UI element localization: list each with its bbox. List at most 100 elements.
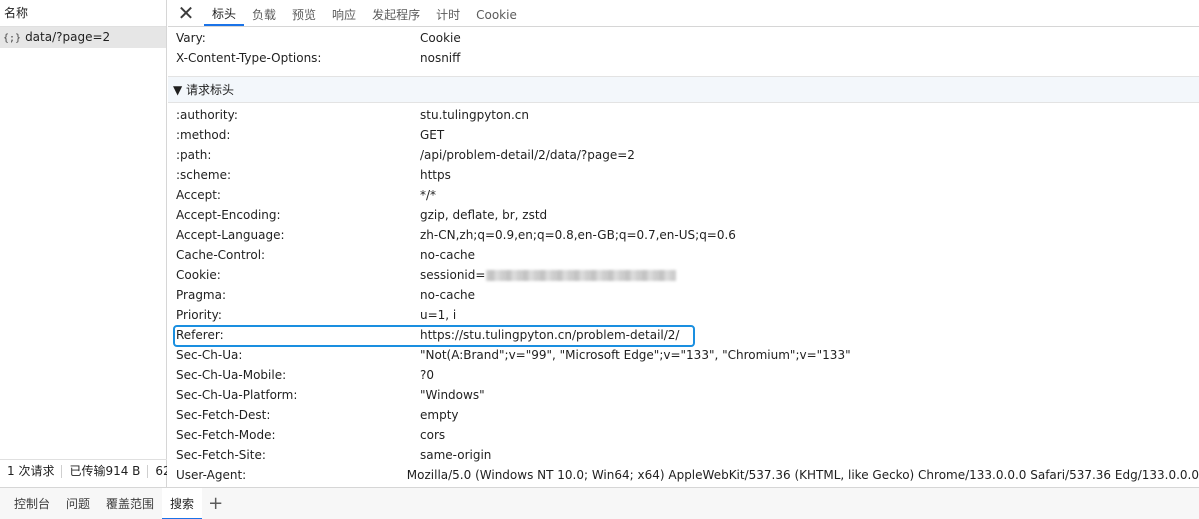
header-value: zh-CN,zh;q=0.9,en;q=0.8,en-GB;q=0.7,en-U… bbox=[420, 225, 736, 245]
header-name: User-Agent: bbox=[176, 468, 247, 482]
header-value-text: no-cache bbox=[420, 288, 476, 302]
close-icon[interactable]: ✕ bbox=[168, 0, 204, 26]
header-value: cors bbox=[420, 425, 445, 445]
header-value-text: gzip, deflate, br, zstd bbox=[420, 208, 548, 222]
header-value-text: sessionid= bbox=[420, 268, 486, 282]
status-divider bbox=[147, 465, 149, 478]
header-row: Accept: */* bbox=[168, 185, 1199, 205]
header-row: Sec-Ch-Ua-Mobile: ?0 bbox=[168, 365, 1199, 385]
header-name: :authority: bbox=[176, 108, 238, 122]
header-value-text: GET bbox=[420, 128, 445, 142]
header-value-text: empty bbox=[420, 408, 459, 422]
request-list-panel: 名称 {;}data/?page=2 1 次请求已传输914 B 62 bbox=[0, 0, 167, 487]
status-divider bbox=[61, 465, 63, 478]
header-value: "Not(A:Brand";v="99", "Microsoft Edge";v… bbox=[420, 345, 851, 365]
header-value: Cookie bbox=[420, 28, 461, 48]
request-details-panel: ✕ 标头 负载 预览 响应 发起程序 计时 Cookie Vary: Cookie X-Cont… bbox=[168, 0, 1199, 487]
header-name: Accept-Language: bbox=[176, 228, 285, 242]
transferred-size: 已传输914 B bbox=[69, 464, 141, 478]
header-name: Referer: bbox=[176, 328, 224, 342]
header-row: Priority: u=1, i bbox=[168, 305, 1199, 325]
header-row: Cookie: sessionid= bbox=[168, 265, 1199, 285]
details-tabs: 标头 负载 预览 响应 发起程序 计时 Cookie bbox=[204, 0, 525, 26]
header-value: same-origin bbox=[420, 445, 491, 465]
header-row: Cache-Control: no-cache bbox=[168, 245, 1199, 265]
header-row: :path: /api/problem-detail/2/data/?page=2 bbox=[168, 145, 1199, 165]
tab-5[interactable]: 计时 bbox=[428, 0, 468, 26]
header-name: Cookie: bbox=[176, 268, 221, 282]
header-row: :authority: stu.tulingpyton.cn bbox=[168, 105, 1199, 125]
header-value-text: /api/problem-detail/2/data/?page=2 bbox=[420, 148, 635, 162]
header-value-text: same-origin bbox=[420, 448, 492, 462]
header-name: :path: bbox=[176, 148, 212, 162]
header-name: Sec-Ch-Ua: bbox=[176, 348, 243, 362]
header-value: empty bbox=[420, 405, 459, 425]
tab-1[interactable]: 负载 bbox=[244, 0, 284, 26]
tab-6[interactable]: Cookie bbox=[468, 0, 525, 26]
header-row: X-Content-Type-Options: nosniff bbox=[168, 48, 1199, 68]
header-value: sessionid= bbox=[420, 265, 677, 285]
header-value: no-cache bbox=[420, 245, 475, 265]
header-name: X-Content-Type-Options: bbox=[176, 51, 322, 65]
header-name: :method: bbox=[176, 128, 231, 142]
header-name: Cache-Control: bbox=[176, 248, 266, 262]
tab-4[interactable]: 发起程序 bbox=[364, 0, 428, 26]
tab-3[interactable]: 响应 bbox=[324, 0, 364, 26]
tab-2[interactable]: 预览 bbox=[284, 0, 324, 26]
header-row: Sec-Ch-Ua: "Not(A:Brand";v="99", "Microso… bbox=[168, 345, 1199, 365]
header-name: Sec-Fetch-Dest: bbox=[176, 408, 271, 422]
header-value: u=1, i bbox=[420, 305, 456, 325]
response-headers-list: Vary: Cookie X-Content-Type-Options: nosnif… bbox=[168, 27, 1199, 68]
header-name: Sec-Ch-Ua-Platform: bbox=[176, 388, 298, 402]
header-value-text: https://stu.tulingpyton.cn/problem-detai… bbox=[420, 328, 680, 342]
header-value-text: ?0 bbox=[420, 368, 435, 382]
request-headers-list: :authority: stu.tulingpyton.cn :method: GET… bbox=[168, 103, 1199, 485]
drawer-tab-1[interactable]: 问题 bbox=[58, 488, 98, 519]
name-column-header[interactable]: 名称 bbox=[0, 0, 166, 27]
header-value-text: cors bbox=[420, 428, 446, 442]
header-value-text: Mozilla/5.0 (Windows NT 10.0; Win64; x64… bbox=[406, 468, 1199, 482]
header-row: User-Agent: Mozilla/5.0 (Windows NT 10.0;… bbox=[168, 465, 1199, 485]
header-value-text: https bbox=[420, 168, 451, 182]
header-row: Pragma: no-cache bbox=[168, 285, 1199, 305]
drawer-tab-bar: 控制台 问题 覆盖范围 搜索 + bbox=[0, 487, 1199, 519]
header-value: https bbox=[420, 165, 451, 185]
header-row: Vary: Cookie bbox=[168, 28, 1199, 48]
header-value: /api/problem-detail/2/data/?page=2 bbox=[420, 145, 635, 165]
header-name: Accept: bbox=[176, 188, 221, 202]
request-row[interactable]: {;} data/?page=2 bbox=[0, 27, 166, 48]
header-row: Accept-Language: zh-CN,zh;q=0.9,en;q=0.8,… bbox=[168, 225, 1199, 245]
redacted-cookie-value bbox=[486, 270, 677, 281]
request-count: 1 次请求 bbox=[7, 464, 55, 478]
header-row: Referer: https://stu.tulingpyton.cn/probl… bbox=[168, 325, 1199, 345]
header-name: Sec-Fetch-Site: bbox=[176, 448, 266, 462]
header-name: Pragma: bbox=[176, 288, 227, 302]
drawer-tabs: 控制台 问题 覆盖范围 搜索 bbox=[6, 487, 203, 519]
header-value-text: stu.tulingpyton.cn bbox=[420, 108, 529, 122]
header-name: Priority: bbox=[176, 308, 222, 322]
header-value: Mozilla/5.0 (Windows NT 10.0; Win64; x64… bbox=[407, 465, 1199, 485]
header-value-text: */* bbox=[420, 188, 437, 202]
drawer-tab-2[interactable]: 覆盖范围 bbox=[98, 488, 162, 519]
header-value-text: zh-CN,zh;q=0.9,en;q=0.8,en-GB;q=0.7,en-U… bbox=[420, 228, 736, 242]
drawer-tab-0[interactable]: 控制台 bbox=[6, 488, 58, 519]
header-name: :scheme: bbox=[176, 168, 231, 182]
request-headers-section-toggle[interactable]: ▼ 请求标头 bbox=[168, 77, 1199, 103]
header-value-text: Cookie bbox=[420, 31, 461, 45]
tab-0[interactable]: 标头 bbox=[204, 0, 245, 26]
header-value: gzip, deflate, br, zstd bbox=[420, 205, 547, 225]
add-tab-icon[interactable]: + bbox=[202, 489, 229, 519]
header-value: GET bbox=[420, 125, 444, 145]
header-value: nosniff bbox=[420, 48, 460, 68]
network-status-bar: 1 次请求已传输914 B 62 bbox=[0, 459, 167, 482]
json-file-icon: {;} bbox=[3, 33, 22, 44]
header-row: Sec-Fetch-Mode: cors bbox=[168, 425, 1199, 445]
header-row: :method: GET bbox=[168, 125, 1199, 145]
section-divider bbox=[168, 68, 1199, 77]
header-name: Sec-Fetch-Mode: bbox=[176, 428, 276, 442]
header-value-text: no-cache bbox=[420, 248, 476, 262]
header-value: https://stu.tulingpyton.cn/problem-detai… bbox=[420, 325, 679, 345]
drawer-tab-3[interactable]: 搜索 bbox=[162, 487, 203, 519]
header-row: Sec-Ch-Ua-Platform: "Windows" bbox=[168, 385, 1199, 405]
header-value-text: "Windows" bbox=[420, 388, 485, 402]
